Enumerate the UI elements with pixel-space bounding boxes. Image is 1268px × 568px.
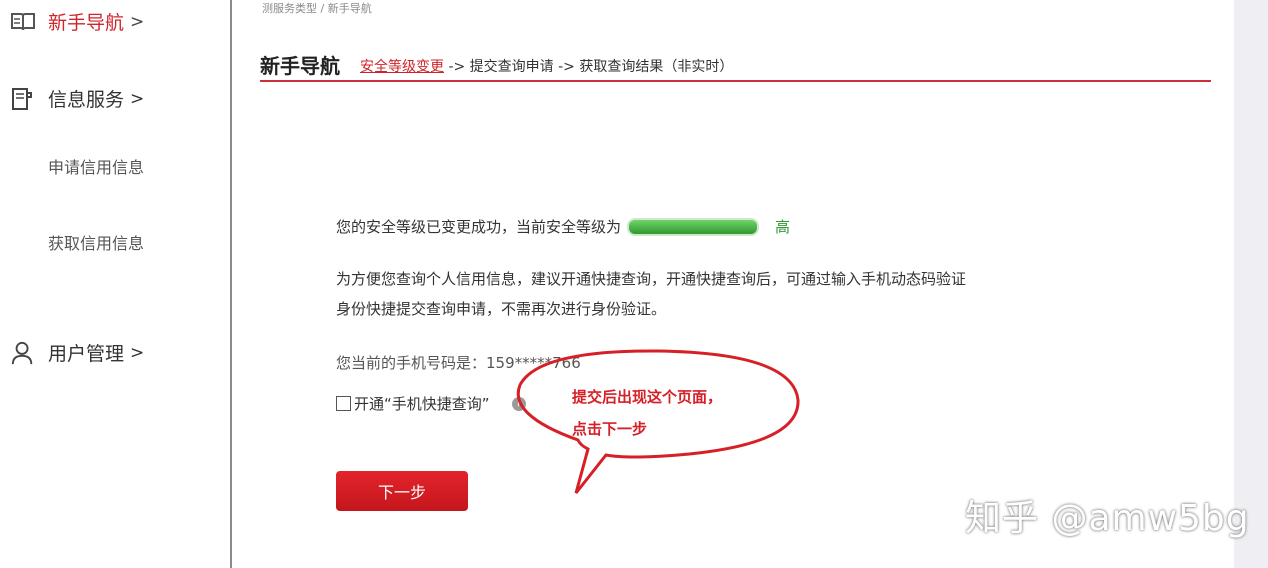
chevron-right-icon: > [130,88,145,109]
book-icon [11,12,35,30]
step-indicator: 安全等级变更 -> 提交查询申请 -> 获取查询结果（非实时） [360,56,733,76]
sidebar-item-apply-credit-info[interactable]: 申请信用信息 [48,154,144,178]
document-icon [12,87,32,110]
sidebar-info-label: 信息服务 [48,89,125,111]
quick-query-description-2: 身份快捷提交查询申请，不需再次进行身份验证。 [336,300,667,318]
sidebar: 新手导航 > 信息服务 > 申请信用信息 获取信用信息 用户管理 > [0,0,230,568]
annotation-line-1: 提交后出现这个页面， [572,388,723,406]
security-level-text: 您的安全等级已变更成功，当前安全等级为 [336,218,622,236]
security-level-line: 您的安全等级已变更成功，当前安全等级为 高 [336,216,790,237]
watermark: 知乎 @amw5bg [965,498,1250,539]
user-icon [11,341,33,364]
breadcrumb: 测服务类型 / 新手导航 [262,2,372,15]
quick-query-description-1: 为方便您查询个人信用信息，建议开通快捷查询，开通快捷查询后，可通过输入手机动态码… [336,270,967,288]
quick-query-option: 开通“手机快捷查询” i [336,393,526,414]
step-active: 安全等级变更 [360,59,444,75]
chevron-right-icon: > [130,11,145,32]
sidebar-user-label: 用户管理 [48,343,125,365]
sidebar-item-user-management[interactable]: 用户管理 > [10,339,144,366]
sidebar-item-guide[interactable]: 新手导航 > [10,8,144,35]
quick-query-checkbox-label[interactable]: 开通“手机快捷查询” [354,393,490,414]
sidebar-divider [230,0,232,568]
annotation-line-2: 点击下一步 [572,420,648,438]
page-title: 新手导航 [260,54,340,78]
quick-query-checkbox[interactable] [336,396,351,411]
chevron-right-icon: > [130,342,145,363]
sidebar-item-info[interactable]: 信息服务 > [10,85,144,112]
next-step-button[interactable]: 下一步 [336,471,468,511]
sidebar-guide-label: 新手导航 [48,12,125,34]
security-level-bar [627,217,760,236]
page-header: 新手导航 安全等级变更 -> 提交查询申请 -> 获取查询结果（非实时） [260,50,1211,82]
speech-bubble-annotation [516,349,800,494]
page-edge [1234,0,1268,568]
security-level-word: 高 [775,218,791,236]
step-rest: -> 提交查询申请 -> 获取查询结果（非实时） [444,59,734,75]
sidebar-item-get-credit-info[interactable]: 获取信用信息 [48,230,144,254]
